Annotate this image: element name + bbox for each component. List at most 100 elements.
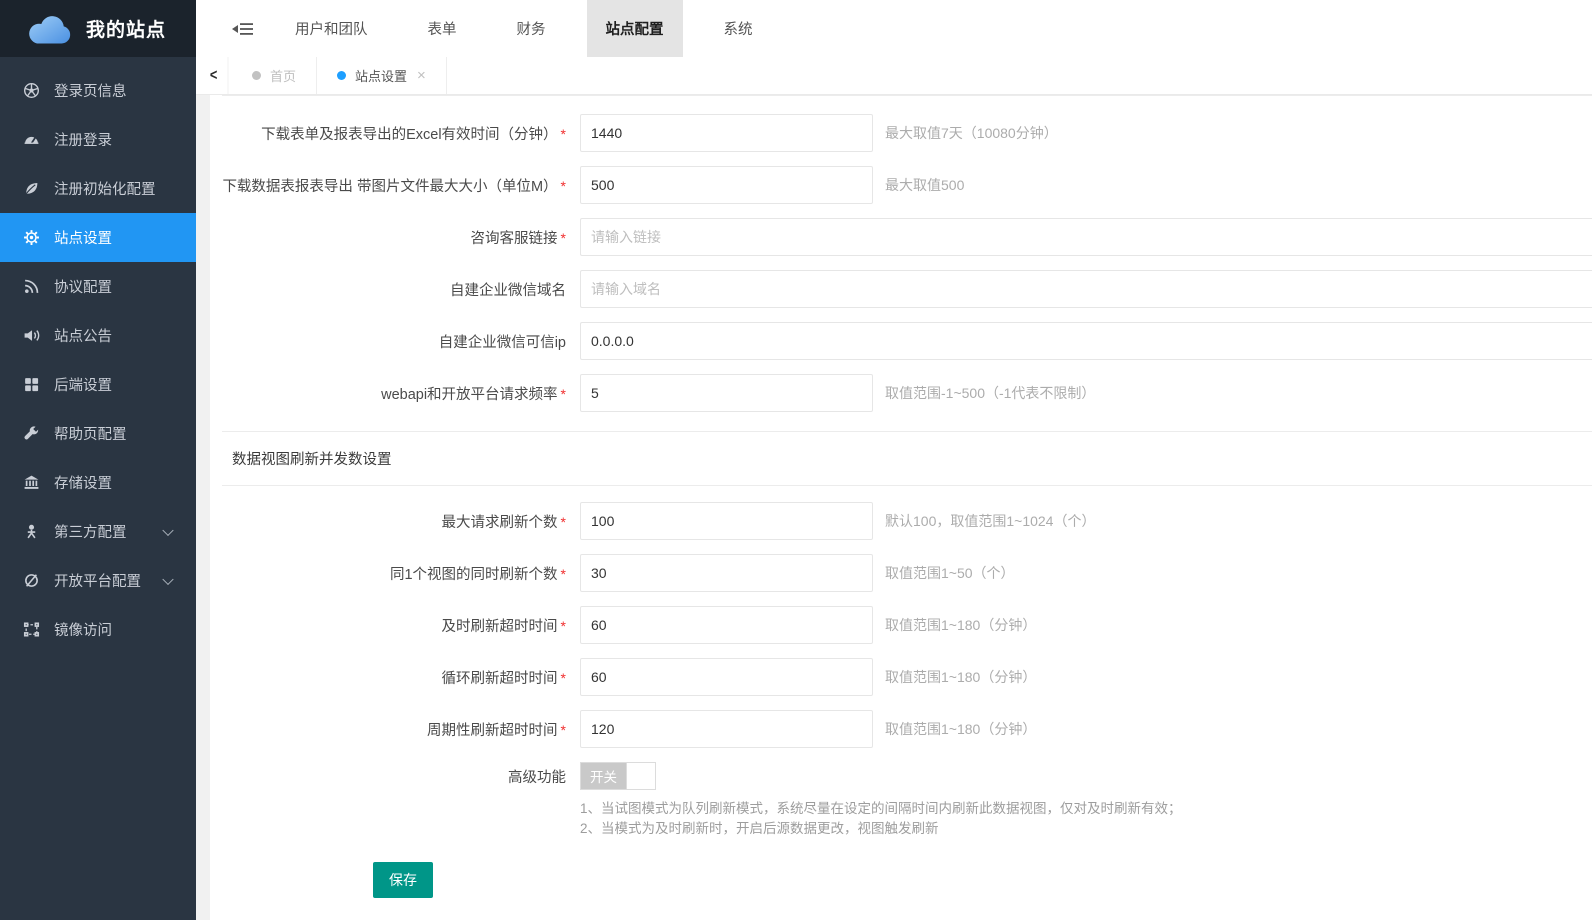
wrench-icon xyxy=(22,424,41,443)
cloud-icon xyxy=(24,11,76,47)
sidebar-item-site-announcement[interactable]: 站点公告 xyxy=(0,311,196,360)
instant-refresh-timeout-input[interactable] xyxy=(580,606,873,644)
required-mark: * xyxy=(561,386,566,402)
tab-status-dot xyxy=(337,71,346,80)
nav-tab-users-and-teams[interactable]: 用户和团队 xyxy=(276,0,387,57)
nav-tab-label: 用户和团队 xyxy=(295,18,368,39)
sidebar-item-label: 注册登录 xyxy=(54,129,112,150)
sidebar: 我的站点 登录页信息 注册登录 xyxy=(0,0,196,920)
excel-expiry-input[interactable] xyxy=(580,114,873,152)
sidebar-item-protocol-config[interactable]: 协议配置 xyxy=(0,262,196,311)
sidebar-item-label: 开放平台配置 xyxy=(54,570,141,591)
person-icon xyxy=(22,522,41,541)
field-hint: 默认100，取值范围1~1024（个） xyxy=(885,511,1095,531)
form-row-wecom-domain: 自建企业微信域名 xyxy=(222,270,1592,308)
field-hint: 取值范围1~180（分钟） xyxy=(885,719,1036,739)
tab-label: 首页 xyxy=(270,66,296,85)
field-hint: 取值范围1~50（个） xyxy=(885,563,1015,583)
field-hint: 取值范围1~180（分钟） xyxy=(885,667,1036,687)
nav-tab-system[interactable]: 系统 xyxy=(705,0,772,57)
gauge-icon xyxy=(22,130,41,149)
tab-home[interactable]: 首页 xyxy=(232,57,317,94)
wecom-domain-input[interactable] xyxy=(580,270,1592,308)
chevron-down-icon xyxy=(162,573,173,584)
sidebar-item-label: 站点设置 xyxy=(54,227,112,248)
form-row-periodic-refresh-timeout: 周期性刷新超时时间* 取值范围1~180（分钟） xyxy=(222,710,1592,748)
app-logo[interactable]: 我的站点 xyxy=(0,0,196,57)
sidebar-item-storage-settings[interactable]: 存储设置 xyxy=(0,458,196,507)
periodic-refresh-timeout-input[interactable] xyxy=(580,710,873,748)
collapse-menu-icon[interactable] xyxy=(232,0,254,57)
sidebar-item-open-platform-config[interactable]: 开放平台配置 xyxy=(0,556,196,605)
sidebar-item-register-login[interactable]: 注册登录 xyxy=(0,115,196,164)
football-icon xyxy=(22,81,41,100)
sidebar-item-mirror-access[interactable]: 镜像访问 xyxy=(0,605,196,654)
open-tabs-bar: < 首页 站点设置 × xyxy=(196,57,1592,95)
nav-tab-label: 站点配置 xyxy=(606,18,664,39)
note-line: 2、当模式为及时刷新时，开启后源数据更改，视图触发刷新 xyxy=(580,819,1592,839)
sidebar-item-label: 注册初始化配置 xyxy=(54,178,156,199)
export-max-size-input[interactable] xyxy=(580,166,873,204)
nav-tab-label: 表单 xyxy=(428,18,457,39)
sidebar-item-help-page-config[interactable]: 帮助页配置 xyxy=(0,409,196,458)
toggle-label: 开关 xyxy=(581,766,626,786)
sidebar-item-login-page-info[interactable]: 登录页信息 xyxy=(0,66,196,115)
sidebar-item-label: 后端设置 xyxy=(54,374,112,395)
nav-tab-forms[interactable]: 表单 xyxy=(409,0,476,57)
required-mark: * xyxy=(561,230,566,246)
support-link-input[interactable] xyxy=(580,218,1592,256)
required-mark: * xyxy=(561,178,566,194)
form-row-wecom-trusted-ip: 自建企业微信可信ip xyxy=(222,322,1592,360)
form-row-support-link: 咨询客服链接* xyxy=(222,218,1592,256)
webapi-rate-input[interactable] xyxy=(580,374,873,412)
speaker-icon xyxy=(22,326,41,345)
content-left-gutter xyxy=(196,95,210,920)
gear-icon xyxy=(22,228,41,247)
grid-icon xyxy=(22,375,41,394)
form-row-export-max-size: 下载数据表报表导出 带图片文件最大大小（单位M）* 最大取值500 xyxy=(222,166,1592,204)
chevron-down-icon xyxy=(162,524,173,535)
sidebar-item-register-init-config[interactable]: 注册初始化配置 xyxy=(0,164,196,213)
sidebar-item-site-settings[interactable]: 站点设置 xyxy=(0,213,196,262)
sidebar-item-label: 帮助页配置 xyxy=(54,423,127,444)
advanced-features-toggle[interactable]: 开关 xyxy=(580,762,656,790)
required-mark: * xyxy=(561,514,566,530)
sidebar-item-label: 协议配置 xyxy=(54,276,112,297)
crop-icon xyxy=(22,620,41,639)
note-line: 1、当试图模式为队列刷新模式，系统尽量在设定的间隔时间内刷新此数据视图，仅对及时… xyxy=(580,799,1592,819)
required-mark: * xyxy=(561,670,566,686)
sidebar-menu: 登录页信息 注册登录 注册初始化配置 xyxy=(0,57,196,654)
field-label: 周期性刷新超时时间* xyxy=(222,719,580,740)
nav-tab-label: 财务 xyxy=(517,18,546,39)
sidebar-item-label: 第三方配置 xyxy=(54,521,127,542)
field-label: 咨询客服链接* xyxy=(222,227,580,248)
field-label: 下载数据表报表导出 带图片文件最大大小（单位M）* xyxy=(222,175,580,196)
field-label: 高级功能 xyxy=(222,766,580,787)
tab-status-dot xyxy=(252,71,261,80)
form-row-loop-refresh-timeout: 循环刷新超时时间* 取值范围1~180（分钟） xyxy=(222,658,1592,696)
advanced-feature-notes: 1、当试图模式为队列刷新模式，系统尽量在设定的间隔时间内刷新此数据视图，仅对及时… xyxy=(580,799,1592,838)
sidebar-item-backend-settings[interactable]: 后端设置 xyxy=(0,360,196,409)
close-icon[interactable]: × xyxy=(417,67,426,84)
same-view-refresh-count-input[interactable] xyxy=(580,554,873,592)
tabs-scroll-left-button[interactable]: < xyxy=(200,57,229,94)
sidebar-item-label: 存储设置 xyxy=(54,472,112,493)
wecom-trusted-ip-input[interactable] xyxy=(580,322,1592,360)
nav-tab-site-config[interactable]: 站点配置 xyxy=(587,0,683,57)
field-hint: 取值范围-1~500（-1代表不限制） xyxy=(885,383,1095,403)
nav-tab-finance[interactable]: 财务 xyxy=(498,0,565,57)
loop-refresh-timeout-input[interactable] xyxy=(580,658,873,696)
save-button[interactable]: 保存 xyxy=(373,862,433,898)
field-hint: 最大取值7天（10080分钟） xyxy=(885,123,1058,143)
sidebar-item-label: 镜像访问 xyxy=(54,619,112,640)
required-mark: * xyxy=(561,126,566,142)
tab-site-settings[interactable]: 站点设置 × xyxy=(317,57,447,94)
nav-tab-label: 系统 xyxy=(724,18,753,39)
field-label: 最大请求刷新个数* xyxy=(222,511,580,532)
leaf-icon xyxy=(22,179,41,198)
form-row-excel-expiry: 下载表单及报表导出的Excel有效时间（分钟）* 最大取值7天（10080分钟） xyxy=(222,114,1592,152)
max-refresh-count-input[interactable] xyxy=(580,502,873,540)
main-content: 下载表单及报表导出的Excel有效时间（分钟）* 最大取值7天（10080分钟）… xyxy=(210,95,1592,920)
sidebar-item-third-party-config[interactable]: 第三方配置 xyxy=(0,507,196,556)
required-mark: * xyxy=(561,618,566,634)
